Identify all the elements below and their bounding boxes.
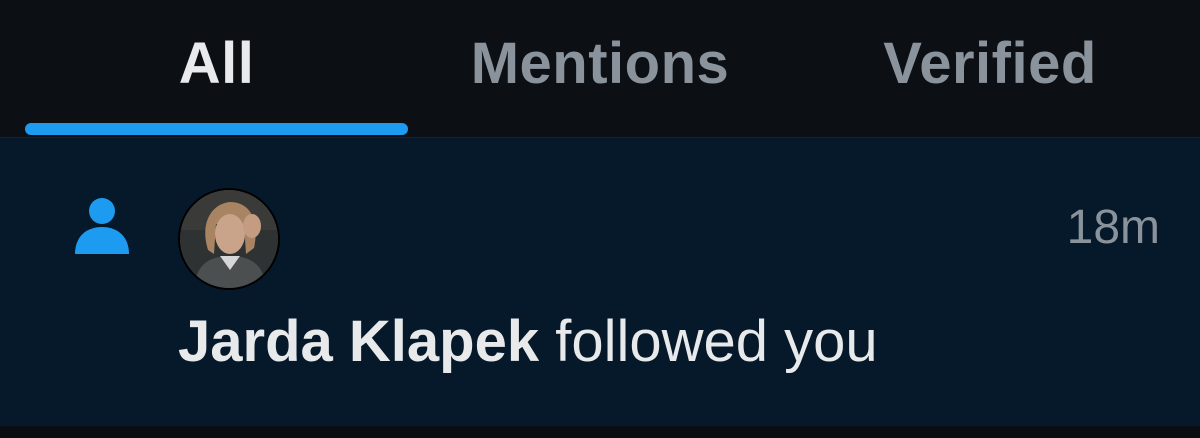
- notification-message: Jarda Klapek followed you: [178, 308, 878, 375]
- tab-mentions[interactable]: Mentions: [410, 28, 790, 98]
- action-text: followed you: [539, 309, 878, 374]
- tab-all[interactable]: All: [25, 28, 408, 98]
- notification-timestamp: 18m: [1066, 201, 1160, 254]
- tab-verified[interactable]: Verified: [800, 28, 1180, 98]
- notification-tabs: All Mentions Verified: [0, 0, 1200, 138]
- active-tab-indicator: [25, 123, 408, 135]
- avatar-image: [180, 190, 278, 288]
- divider: [0, 426, 1200, 438]
- person-follow-icon: [75, 198, 129, 254]
- follower-name[interactable]: Jarda Klapek: [178, 309, 539, 374]
- avatar[interactable]: [180, 190, 278, 288]
- notification-item[interactable]: 18m Jarda Klapek followed you: [0, 138, 1200, 426]
